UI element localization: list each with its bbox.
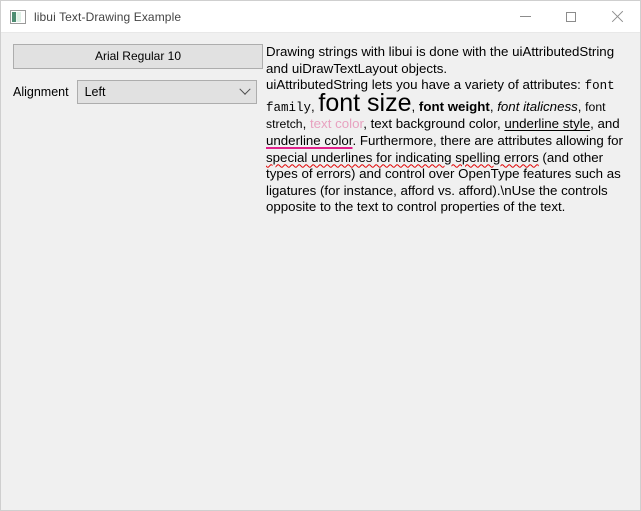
minimize-button[interactable]: [502, 1, 548, 32]
text-segment-text-background-color: text background color: [371, 116, 497, 131]
sep-2: ,: [412, 99, 419, 114]
paragraph-intro: Drawing strings with libui is done with …: [266, 44, 637, 77]
text-preview-pane: Drawing strings with libui is done with …: [263, 44, 640, 510]
sep-6: ,: [363, 116, 370, 131]
close-icon: [611, 11, 623, 23]
text-segment-font-italicness: font italicness: [497, 99, 578, 114]
close-button[interactable]: [594, 1, 640, 32]
font-button[interactable]: Arial Regular 10: [13, 44, 263, 69]
chevron-down-icon: [234, 81, 256, 103]
sep-5: ,: [303, 116, 310, 131]
window-title: libui Text-Drawing Example: [34, 10, 181, 24]
maximize-button[interactable]: [548, 1, 594, 32]
client-area: Arial Regular 10 Alignment Left Drawing …: [1, 33, 640, 510]
text-segment-underline-color: underline color: [266, 133, 353, 148]
text-segment-font-size: font size: [318, 89, 411, 117]
text-segment-font-weight: font weight: [419, 99, 490, 114]
text-segment-intro: uiAttributedString lets you have a varie…: [266, 77, 585, 92]
alignment-label: Alignment: [13, 85, 69, 99]
controls-pane: Arial Regular 10 Alignment Left: [1, 44, 263, 510]
text-segment-middle: . Furthermore, there are attributes allo…: [353, 133, 624, 148]
text-segment-spelling-error: special underlines for indicating spelli…: [266, 150, 539, 165]
window-controls: [502, 1, 640, 32]
text-segment-text-color: text color: [310, 116, 363, 131]
alignment-selected-value: Left: [78, 85, 234, 99]
app-window: libui Text-Drawing Example Arial Regular…: [0, 0, 641, 511]
maximize-icon: [566, 12, 576, 22]
sample-text-block: Drawing strings with libui is done with …: [266, 44, 637, 216]
app-icon: [10, 9, 26, 25]
paragraph-attributes: uiAttributedString lets you have a varie…: [266, 77, 637, 216]
title-bar: libui Text-Drawing Example: [1, 1, 640, 33]
alignment-row: Alignment Left: [13, 80, 263, 104]
alignment-select[interactable]: Left: [77, 80, 257, 104]
text-segment-underline-style: underline style: [504, 116, 590, 131]
sep-8: , and: [590, 116, 620, 131]
minimize-icon: [520, 16, 531, 17]
